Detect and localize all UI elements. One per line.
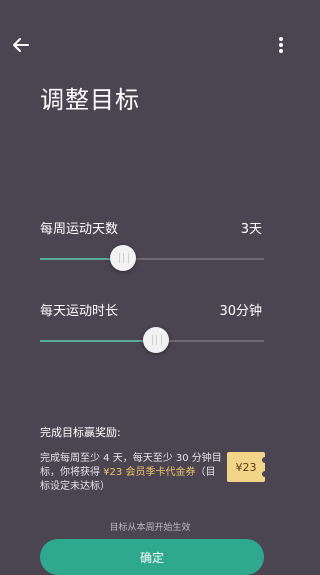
page-title: 调整目标 xyxy=(40,86,140,114)
weekly-days-slider[interactable] xyxy=(40,245,264,272)
weekly-days-value: 3天 xyxy=(240,222,262,237)
top-bar xyxy=(0,0,300,72)
daily-duration-label: 每天运动时长 xyxy=(40,304,119,319)
slider-thumb[interactable] xyxy=(143,327,169,353)
back-button[interactable] xyxy=(8,32,34,58)
effective-note: 目标从本周开始生效 xyxy=(109,523,191,533)
slider-fill xyxy=(40,340,156,342)
reward-highlight: ¥23 会员季卡代金券 xyxy=(103,467,196,478)
daily-duration-slider[interactable] xyxy=(40,327,264,354)
daily-duration-value: 30分钟 xyxy=(219,304,262,319)
slider-thumb[interactable] xyxy=(110,245,136,271)
arrow-left-icon xyxy=(13,38,29,52)
more-menu-button[interactable] xyxy=(276,36,286,54)
coupon-badge: ¥23 xyxy=(227,452,268,482)
more-vertical-icon xyxy=(276,37,286,53)
reward-title: 完成目标赢奖励: xyxy=(40,426,121,439)
reward-description: 完成每周至少 4 天，每天至少 30 分钟目标，你将获得 ¥23 会员季卡代金券… xyxy=(40,452,222,494)
weekly-days-label: 每周运动天数 xyxy=(40,222,119,237)
confirm-button[interactable]: 确定 xyxy=(40,539,264,575)
